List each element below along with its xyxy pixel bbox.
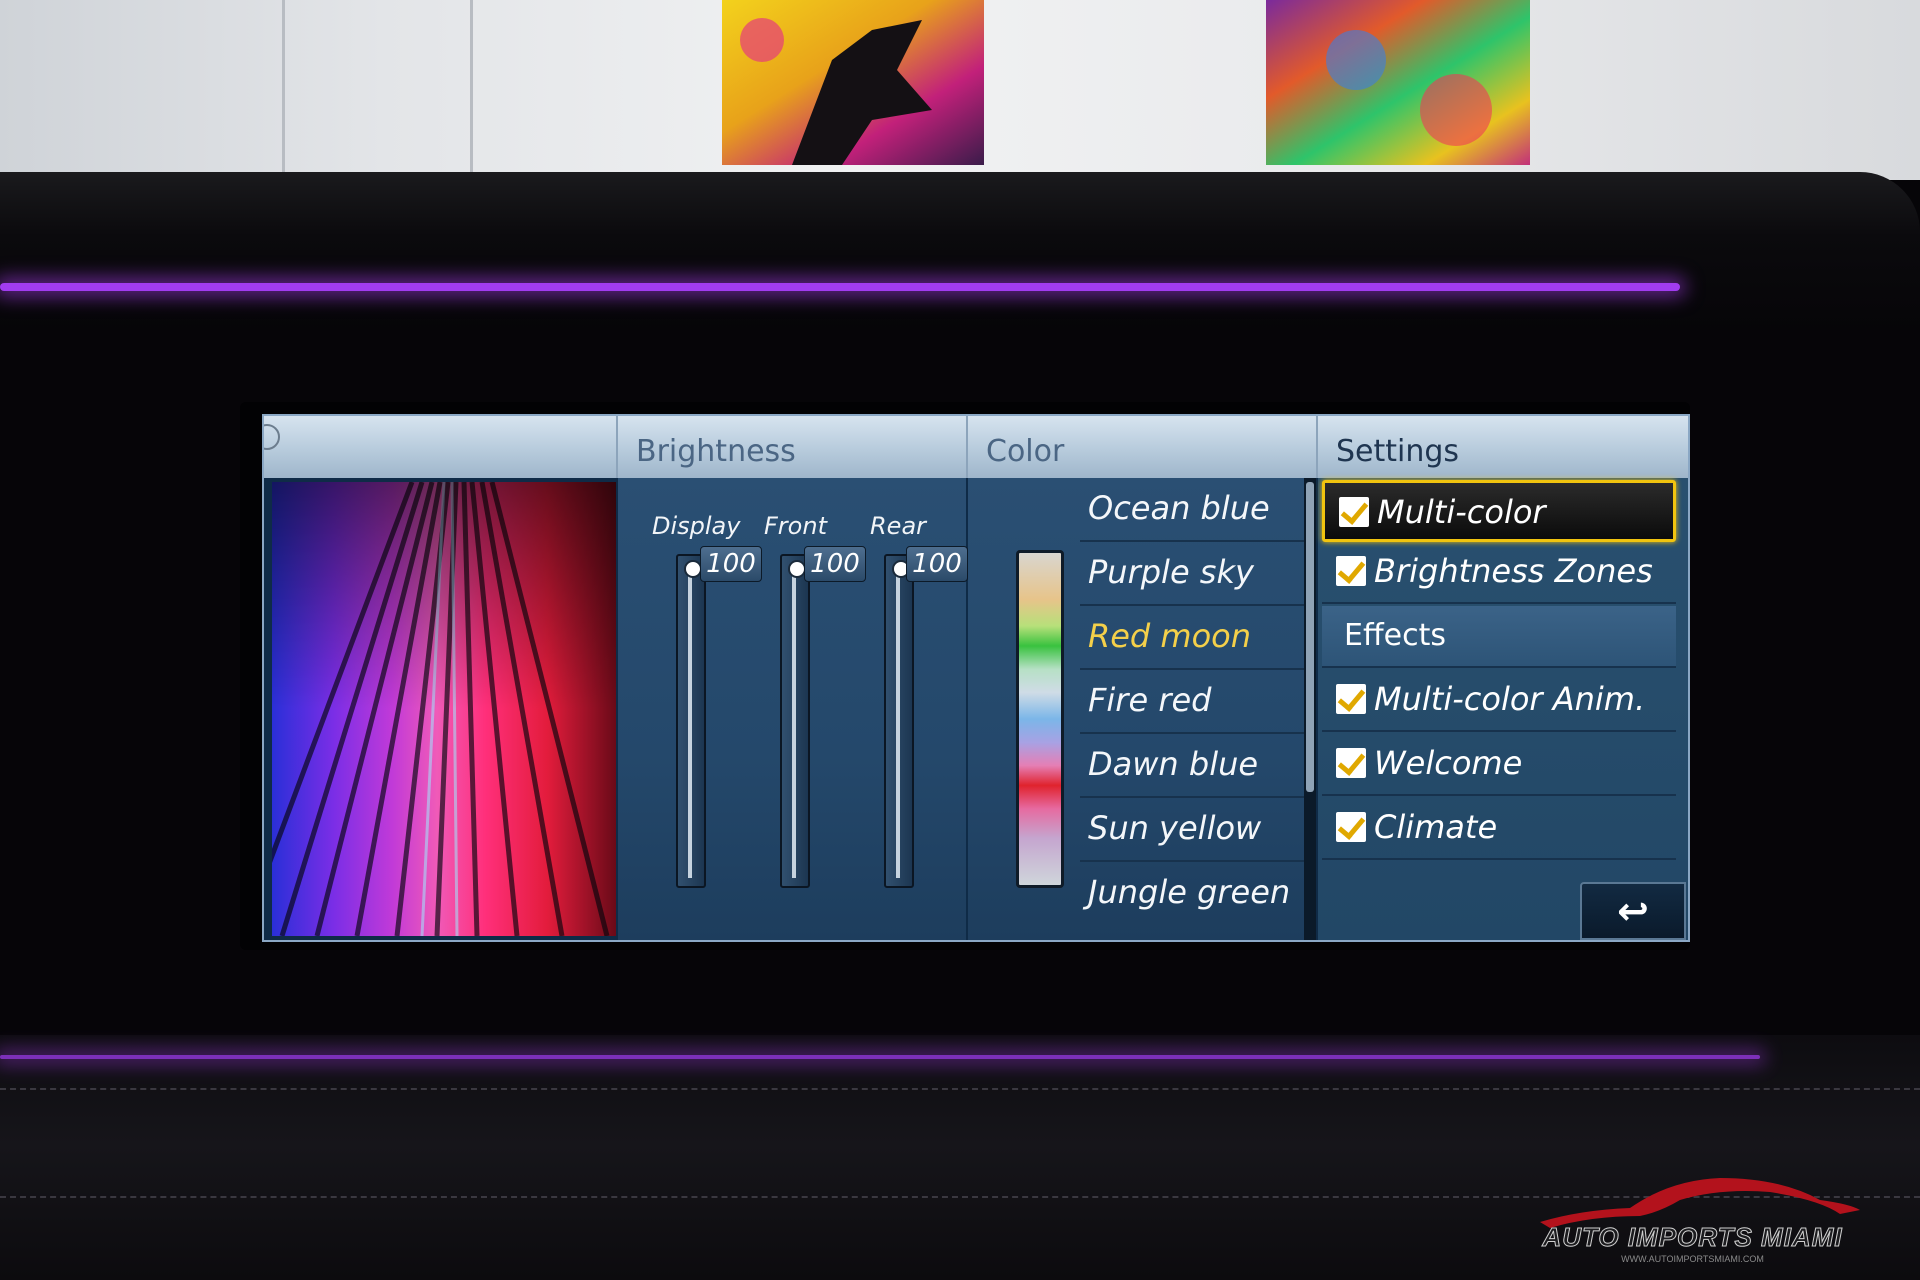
color-option-jungle-green[interactable]: Jungle green	[1080, 862, 1306, 926]
checkbox-checked-icon	[1336, 556, 1366, 586]
back-arrow-icon: ↩	[1617, 889, 1649, 933]
brightness-zones-label: Brightness Zones	[1374, 552, 1653, 590]
color-option-purple-sky[interactable]: Purple sky	[1080, 542, 1306, 606]
dealer-logo-url: WWW.AUTOIMPORTSMIAMI.COM	[1621, 1254, 1764, 1264]
brightness-panel: Display Front Rear 100 100 100	[618, 478, 968, 940]
settings-panel: Multi-color Brightness Zones Effects Mul…	[1318, 478, 1688, 940]
multicolor-label: Multi-color	[1377, 493, 1546, 531]
checkbox-checked-icon	[1336, 748, 1366, 778]
ambient-lighting-screen: Brightness Color Settings Display Front …	[262, 414, 1690, 942]
screen-header: Brightness Color Settings	[264, 416, 1688, 478]
header-divider	[616, 416, 618, 478]
multicolor-anim-toggle[interactable]: Multi-color Anim.	[1322, 670, 1676, 732]
dealer-logo-text: AUTO IMPORTS MIAMI	[1542, 1222, 1843, 1253]
front-brightness-slider[interactable]	[780, 554, 810, 888]
checkbox-checked-icon	[1336, 684, 1366, 714]
ambient-preview-image	[272, 482, 616, 936]
wall-seam	[282, 0, 285, 180]
color-title[interactable]: Color	[986, 434, 1064, 469]
wall-seam	[470, 0, 473, 180]
welcome-toggle[interactable]: Welcome	[1322, 734, 1676, 796]
rear-value: 100	[906, 546, 968, 582]
painting-right	[1266, 0, 1530, 165]
display-brightness-slider[interactable]	[676, 554, 706, 888]
navigation-icon	[264, 424, 280, 450]
display-value: 100	[700, 546, 762, 582]
painting-left	[722, 0, 984, 165]
slider-fill	[688, 566, 692, 878]
brightness-title[interactable]: Brightness	[636, 434, 796, 469]
brightness-zones-toggle[interactable]: Brightness Zones	[1322, 542, 1676, 604]
rear-brightness-slider[interactable]	[884, 554, 914, 888]
checkbox-checked-icon	[1339, 497, 1369, 527]
welcome-label: Welcome	[1374, 744, 1523, 782]
climate-toggle[interactable]: Climate	[1322, 798, 1676, 860]
color-option-ocean-blue[interactable]: Ocean blue	[1080, 478, 1306, 542]
header-divider	[966, 416, 968, 478]
multicolor-anim-label: Multi-color Anim.	[1374, 680, 1646, 718]
color-spectrum-bar[interactable]	[1016, 550, 1064, 888]
front-slider-label: Front	[764, 512, 827, 540]
color-option-red-moon[interactable]: Red moon	[1080, 606, 1306, 670]
front-value: 100	[804, 546, 866, 582]
display-slider-label: Display	[652, 512, 741, 540]
ambient-light-strip-lower	[0, 1055, 1760, 1059]
multicolor-toggle[interactable]: Multi-color	[1322, 480, 1676, 542]
slider-fill	[792, 566, 796, 878]
trim-stitching	[0, 1088, 1920, 1090]
effects-section-header: Effects	[1322, 606, 1676, 668]
scrollbar-thumb[interactable]	[1306, 482, 1314, 792]
climate-label: Climate	[1374, 808, 1498, 846]
back-button[interactable]: ↩	[1580, 882, 1686, 940]
header-divider	[1316, 416, 1318, 478]
color-panel: Ocean blue Purple sky Red moon Fire red …	[968, 478, 1316, 940]
dashboard-top	[0, 172, 1920, 332]
color-option-fire-red[interactable]: Fire red	[1080, 670, 1306, 734]
color-list-scrollbar[interactable]	[1304, 478, 1316, 940]
rear-slider-label: Rear	[870, 512, 927, 540]
ambient-light-strip	[0, 283, 1680, 291]
color-option-sun-yellow[interactable]: Sun yellow	[1080, 798, 1306, 862]
checkbox-checked-icon	[1336, 812, 1366, 842]
settings-title[interactable]: Settings	[1336, 434, 1459, 469]
slider-fill	[896, 566, 900, 878]
color-option-dawn-blue[interactable]: Dawn blue	[1080, 734, 1306, 798]
